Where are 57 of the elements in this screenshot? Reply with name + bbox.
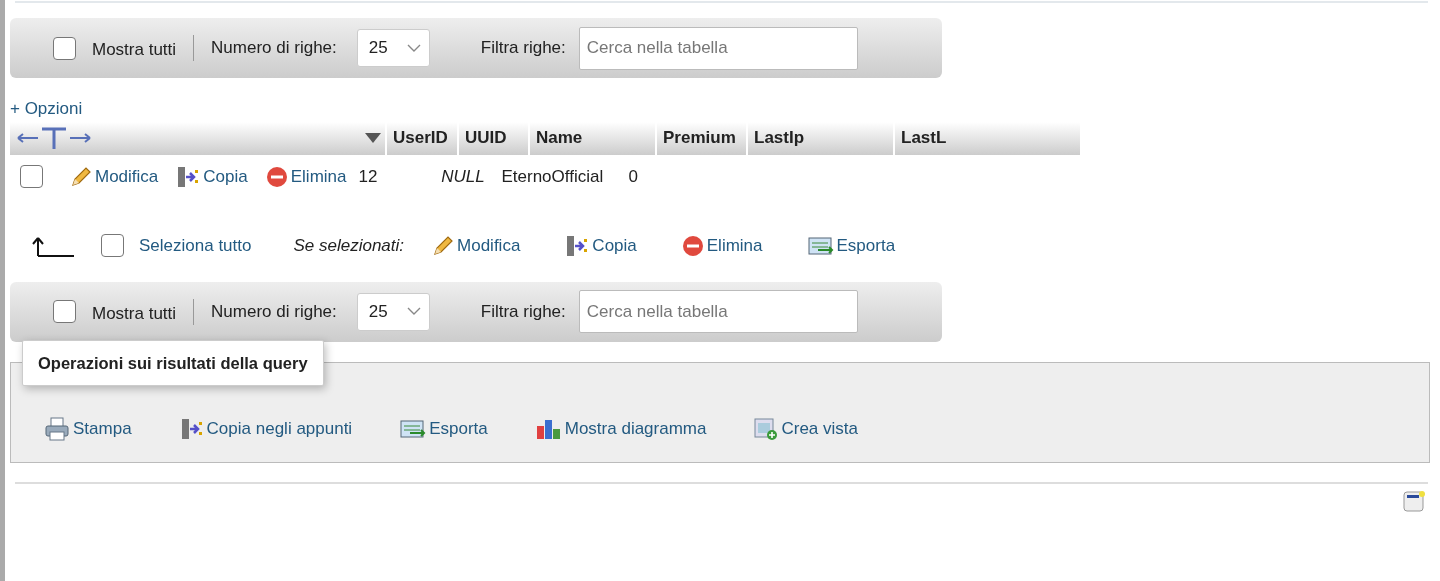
checkbox-label: Mostra tutti <box>92 39 177 62</box>
field-label: Filtra righe: <box>480 37 566 60</box>
options-link[interactable]: + Opzioni <box>10 96 83 122</box>
action-link[interactable]: Copia <box>565 232 637 259</box>
export-icon <box>400 418 427 439</box>
table-cell-text: NULL <box>440 165 486 188</box>
panel-title: Operazioni sui risultati della query <box>22 339 324 387</box>
column-header[interactable]: UUID <box>459 121 528 155</box>
export-icon <box>807 235 834 256</box>
field-label: Numero di righe: <box>211 37 337 60</box>
filter-field[interactable]: Cerca nella tabella <box>578 290 858 333</box>
bulk-label: Se selezionati: <box>293 234 405 257</box>
column-header[interactable]: Name <box>530 121 655 155</box>
select-all-link[interactable]: Seleziona tutto <box>139 232 252 259</box>
action-link[interactable]: Esporta <box>400 416 488 442</box>
action-link[interactable]: Elimina <box>681 232 763 259</box>
copy-icon <box>176 165 201 188</box>
checkbox[interactable] <box>20 165 43 188</box>
checkbox[interactable] <box>101 234 124 257</box>
filter-field[interactable]: Cerca nella tabella <box>578 26 858 70</box>
pencil-icon <box>432 234 455 257</box>
action-link[interactable]: Crea vista <box>754 416 858 442</box>
field-label: Numero di righe: <box>211 300 337 323</box>
console-icon <box>1403 490 1425 513</box>
checkbox-label: Mostra tutti <box>92 302 177 325</box>
action-link[interactable]: Stampa <box>44 416 132 442</box>
copy-icon <box>179 417 204 440</box>
delete-icon <box>681 234 704 257</box>
delete-icon <box>265 165 288 188</box>
table-cell-text: EternoOfficial <box>500 165 605 188</box>
checkbox[interactable] <box>53 36 76 60</box>
column-arrows-icon <box>16 126 92 150</box>
action-link[interactable]: Modifica <box>432 232 521 259</box>
action-link[interactable]: Copia negli appunti <box>179 416 353 442</box>
view-icon <box>754 416 779 441</box>
sort-triangle-icon <box>365 133 381 143</box>
column-header[interactable]: UserID <box>387 121 457 155</box>
rows-select[interactable]: 25 <box>356 292 430 331</box>
pencil-icon <box>70 165 92 188</box>
printer-icon <box>44 416 70 441</box>
chevron-down-icon <box>406 43 421 53</box>
checkbox[interactable] <box>53 300 76 323</box>
column-header[interactable]: Premium <box>657 121 746 155</box>
bar-chart-icon <box>535 417 562 440</box>
chart-link[interactable]: Mostra diagramma <box>535 416 707 442</box>
column-header[interactable]: LastL <box>895 121 1080 155</box>
action-link[interactable]: Elimina <box>265 163 347 190</box>
action-link[interactable]: Copia <box>176 163 248 190</box>
action-link[interactable]: Esporta <box>807 232 896 259</box>
column-header[interactable]: LastIp <box>748 121 893 155</box>
action-link[interactable]: Modifica <box>70 163 159 190</box>
field-label: Filtra righe: <box>480 300 566 323</box>
copy-icon <box>565 234 590 257</box>
table-cell-text: 12 <box>357 165 379 188</box>
chevron-down-icon <box>406 307 421 316</box>
rows-select[interactable]: 25 <box>356 29 430 67</box>
table-cell-text: 0 <box>627 165 639 188</box>
